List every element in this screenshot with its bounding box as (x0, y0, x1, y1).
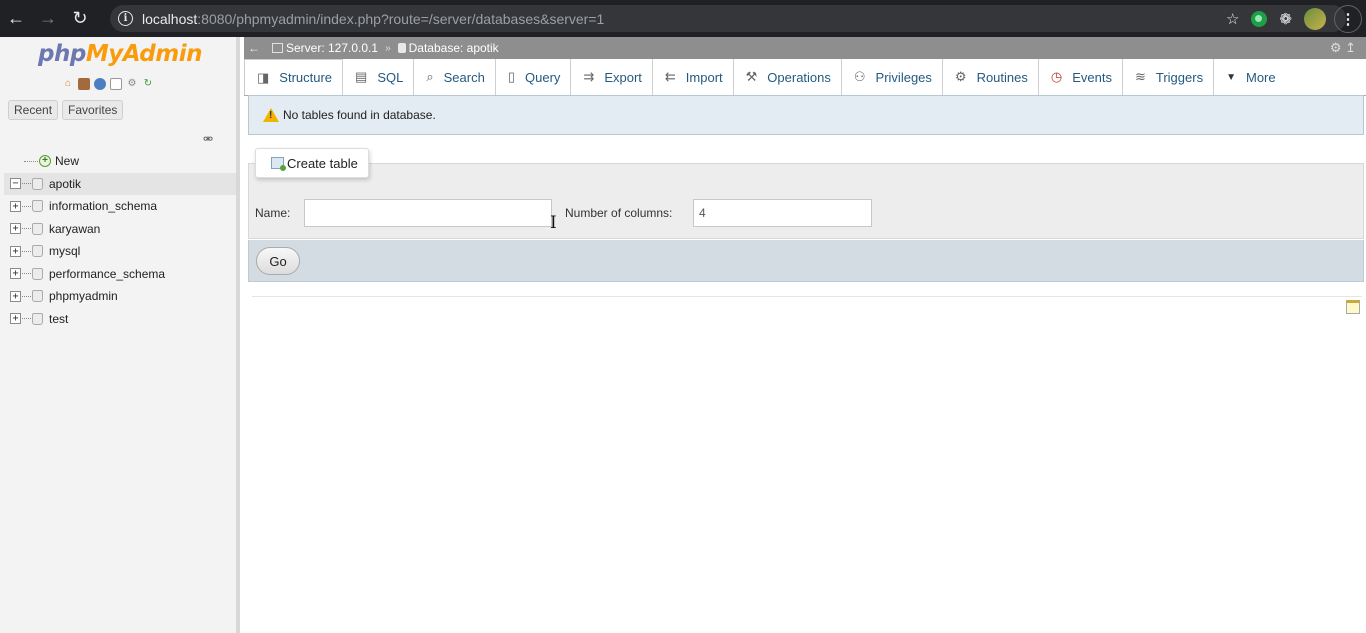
tab-structure[interactable]: ◨ Structure (244, 59, 344, 95)
tree-item-test[interactable]: + test (4, 308, 236, 331)
tab-operations[interactable]: ⚒ Operations (734, 59, 842, 95)
export-icon: ⇉ (583, 69, 595, 84)
database-icon (32, 290, 43, 303)
tab-events[interactable]: ◷ Events (1039, 59, 1123, 95)
expand-icon[interactable]: + (10, 223, 21, 235)
expand-icon[interactable]: + (10, 245, 21, 257)
breadcrumb-server[interactable]: Server: 127.0.0.1 (286, 41, 378, 55)
settings-icon[interactable]: ⚙ (126, 78, 138, 90)
notice-text: No tables found in database. (283, 108, 436, 122)
privileges-icon: ⚇ (853, 69, 866, 84)
tab-bar: ◨ Structure ▤ SQL ⌕ Search ▯ Query ⇉ Export ⇇… (244, 59, 1366, 96)
favorites-button[interactable]: Favorites (62, 100, 124, 120)
url-path: :8080/phpmyadmin/index.php?route=/server… (197, 10, 605, 27)
database-icon (32, 177, 43, 190)
tab-sql[interactable]: ▤ SQL (343, 59, 415, 95)
collapse-icon[interactable]: − (10, 178, 21, 190)
search-icon: ⌕ (426, 69, 434, 84)
url-host: localhost (142, 10, 198, 27)
avatar[interactable] (1304, 7, 1326, 30)
database-tree: + New − apotik + information_schema + ka… (4, 150, 236, 330)
tab-triggers[interactable]: ≋ Triggers (1123, 59, 1215, 95)
triggers-icon: ≋ (1134, 69, 1146, 84)
clock-icon: ◷ (1050, 69, 1063, 84)
notice-message: No tables found in database. (248, 95, 1364, 135)
tab-query[interactable]: ▯ Query (496, 59, 572, 95)
database-icon (32, 245, 43, 258)
add-table-icon (271, 157, 286, 171)
recent-button[interactable]: Recent (8, 100, 59, 120)
go-button[interactable]: Go (256, 247, 300, 275)
address-bar[interactable]: i localhost:8080/phpmyadmin/index.php?ro… (110, 5, 1346, 32)
browser-toolbar: ← → ↻ i localhost:8080/phpmyadmin/index.… (0, 0, 1366, 37)
structure-icon: ◨ (257, 69, 270, 85)
tree-item-new[interactable]: + New (4, 150, 236, 173)
refresh-icon[interactable]: ↻ (142, 78, 154, 90)
console-icon[interactable] (1346, 300, 1360, 314)
expand-icon[interactable]: + (10, 268, 21, 280)
database-icon (397, 43, 406, 53)
columns-count-input[interactable] (693, 199, 872, 227)
new-icon: + (39, 155, 51, 168)
home-icon[interactable]: ⌂ (62, 78, 74, 90)
tree-item-performance-schema[interactable]: + performance_schema (4, 263, 236, 286)
tree-item-apotik[interactable]: − apotik (4, 172, 236, 195)
tab-privileges[interactable]: ⚇ Privileges (842, 59, 943, 95)
text-cursor-icon: I (550, 213, 557, 233)
database-icon (32, 200, 43, 213)
warning-icon (263, 108, 279, 122)
settings-icon[interactable]: ⚙ ↥ (1330, 40, 1356, 56)
database-icon (32, 267, 43, 280)
query-icon: ▯ (507, 69, 515, 84)
breadcrumb-database[interactable]: Database: apotik (409, 41, 499, 55)
tab-search[interactable]: ⌕ Search (414, 59, 496, 95)
back-icon[interactable]: ← (0, 3, 32, 35)
breadcrumb: ← Server: 127.0.0.1 » Database: apotik ⚙… (244, 37, 1366, 59)
expand-icon[interactable]: + (10, 200, 21, 212)
tab-more[interactable]: ▼ More (1214, 59, 1276, 95)
database-icon (32, 312, 43, 325)
wrench-icon: ⚒ (745, 69, 758, 84)
name-label: Name: (255, 206, 291, 220)
link-icon[interactable]: ⚮ (203, 132, 213, 146)
help-icon[interactable] (94, 78, 106, 90)
columns-label: Number of columns: (565, 206, 673, 220)
docs-icon[interactable] (110, 78, 122, 90)
tab-routines[interactable]: ⚙ Routines (943, 59, 1039, 95)
tab-import[interactable]: ⇇ Import (653, 59, 734, 95)
navigation-panel: phpMyAdmin ⌂ ⚙ ↻ Recent Favorites ⚮ + Ne… (0, 37, 240, 633)
browser-menu-icon[interactable]: ⋮ (1334, 5, 1362, 33)
server-icon (272, 43, 283, 53)
form-footer (248, 240, 1364, 282)
bookmark-star-icon[interactable]: ☆ (1226, 10, 1239, 28)
collapse-sidebar-icon[interactable]: ← (248, 41, 260, 55)
create-table-legend: Create table (255, 148, 369, 178)
puzzle-icon[interactable]: ❁ (1279, 10, 1292, 28)
forward-icon[interactable]: → (32, 3, 64, 35)
breadcrumb-separator-icon: » (385, 42, 391, 54)
routines-icon: ⚙ (954, 69, 967, 84)
chevron-down-icon: ▼ (1226, 71, 1236, 83)
sql-icon: ▤ (355, 69, 368, 84)
quick-icons: ⌂ ⚙ ↻ (62, 78, 154, 90)
import-icon: ⇇ (664, 69, 676, 84)
database-icon (32, 222, 43, 235)
expand-icon[interactable]: + (10, 290, 21, 302)
main-panel: ← Server: 127.0.0.1 » Database: apotik ⚙… (244, 37, 1366, 633)
info-icon[interactable]: i (118, 11, 133, 26)
exit-icon[interactable] (78, 78, 90, 90)
extension-icon[interactable] (1251, 10, 1268, 27)
reload-icon[interactable]: ↻ (64, 3, 96, 35)
phpmyadmin-logo[interactable]: phpMyAdmin (38, 41, 202, 67)
tree-item-karyawan[interactable]: + karyawan (4, 218, 236, 241)
table-name-input[interactable] (304, 199, 552, 227)
tree-item-phpmyadmin[interactable]: + phpmyadmin (4, 285, 236, 308)
divider (252, 296, 1362, 297)
expand-icon[interactable]: + (10, 313, 21, 325)
tree-item-mysql[interactable]: + mysql (4, 240, 236, 263)
tab-export[interactable]: ⇉ Export (571, 59, 653, 95)
tree-item-information-schema[interactable]: + information_schema (4, 195, 236, 218)
